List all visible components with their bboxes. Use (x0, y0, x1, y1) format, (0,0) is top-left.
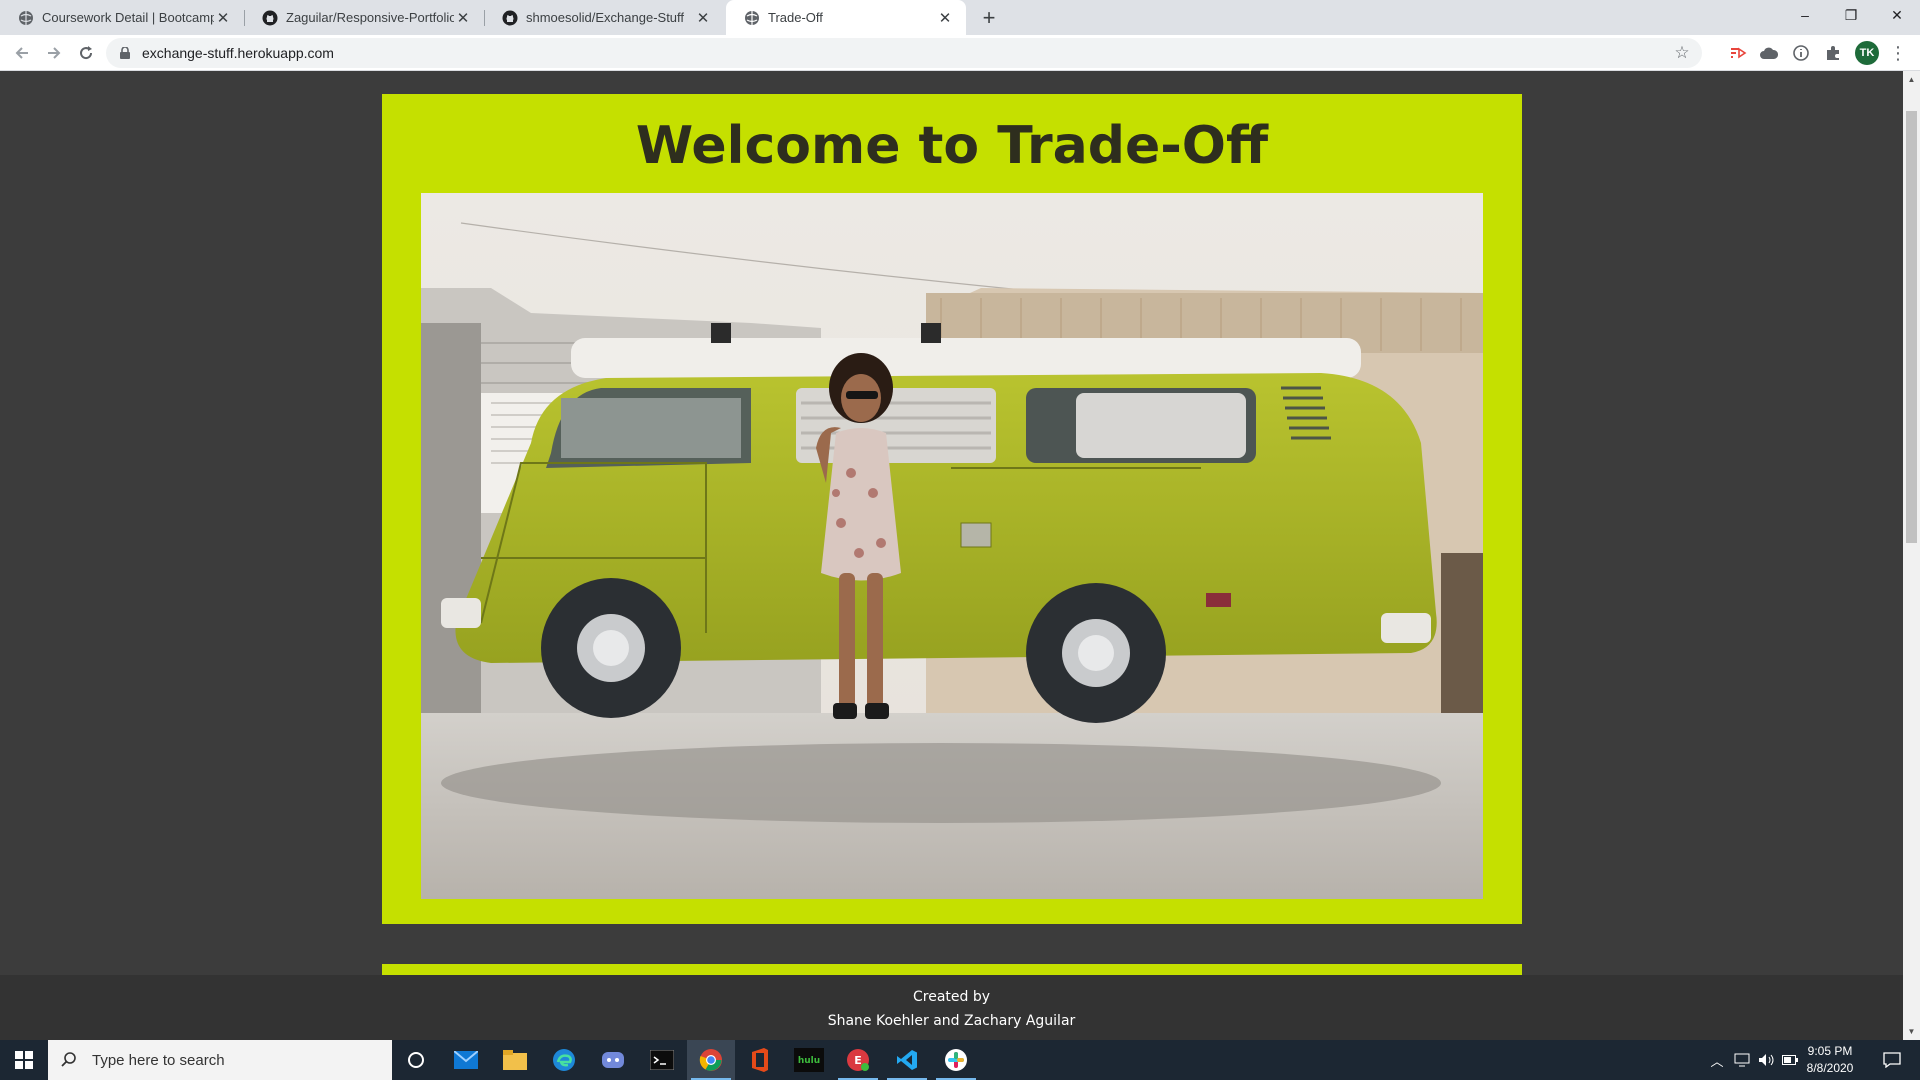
cast-icon (1731, 47, 1747, 59)
slack-icon (945, 1049, 967, 1071)
minimize-button[interactable]: – (1782, 0, 1828, 30)
tab-responsive-portfolio[interactable]: Zaguilar/Responsive-Portfolio ✕ (244, 0, 484, 35)
taskbar-app-explorer[interactable] (491, 1040, 539, 1080)
page-viewport: Welcome to Trade-Off Created by Shane Ko… (0, 71, 1903, 1040)
globe-icon (745, 10, 759, 25)
mail-icon (454, 1051, 478, 1069)
clock-date: 8/8/2020 (1806, 1061, 1854, 1075)
puzzle-icon (1827, 46, 1839, 60)
taskbar-app-expressvpn[interactable]: E (834, 1040, 882, 1080)
svg-text:E: E (854, 1054, 862, 1067)
reload-icon (80, 46, 93, 60)
expressvpn-icon: E (847, 1049, 869, 1071)
taskbar-app-vscode[interactable] (883, 1040, 931, 1080)
search-icon (61, 1052, 76, 1067)
page-scrollbar[interactable]: ▲ ▼ (1903, 71, 1920, 1040)
extension-cloud-icon[interactable] (1758, 42, 1780, 64)
restore-button[interactable]: ❐ (1828, 0, 1874, 30)
new-tab-button[interactable]: + (976, 5, 1002, 31)
edge-icon (553, 1049, 575, 1071)
scroll-up-arrow-icon[interactable]: ▲ (1903, 71, 1920, 88)
tab-exchange-stuff[interactable]: shmoesolid/Exchange-Stuff ✕ (484, 0, 724, 35)
tab-title: Zaguilar/Responsive-Portfolio (286, 10, 454, 25)
footer-authors: Shane Koehler and Zachary Aguilar (827, 1013, 1076, 1029)
profile-avatar[interactable]: TK (1855, 41, 1879, 65)
cloud-icon (1760, 47, 1778, 59)
clock-time: 9:05 PM (1807, 1044, 1853, 1058)
chrome-icon (699, 1049, 722, 1071)
network-icon[interactable] (1732, 1040, 1754, 1080)
cortana-button[interactable] (392, 1040, 440, 1080)
reload-button[interactable] (72, 39, 100, 67)
arrow-left-icon (15, 47, 28, 59)
tab-close-icon[interactable]: ✕ (454, 9, 472, 27)
arrow-right-icon (48, 47, 61, 59)
extension-cast-icon[interactable] (1727, 42, 1749, 64)
chrome-menu-icon[interactable]: ⋮ (1888, 41, 1908, 65)
browser-toolbar: exchange-stuff.herokuapp.com ☆ TK ⋮ (0, 35, 1920, 71)
discord-icon (602, 1052, 624, 1068)
svg-text:hulu: hulu (798, 1056, 820, 1066)
scroll-down-arrow-icon[interactable]: ▼ (1903, 1023, 1920, 1040)
volume-icon[interactable] (1756, 1040, 1778, 1080)
taskbar-search[interactable]: Type here to search (48, 1040, 392, 1080)
extensions-button[interactable] (1822, 42, 1844, 64)
github-icon (262, 10, 278, 25)
windows-logo-icon (15, 1051, 33, 1069)
forward-button[interactable] (40, 39, 68, 67)
taskbar-app-mail[interactable] (442, 1040, 490, 1080)
terminal-icon (650, 1050, 674, 1070)
globe-icon (19, 10, 33, 25)
file-explorer-icon (503, 1050, 527, 1070)
tab-strip: Coursework Detail | Bootcamp Sp ✕ Zaguil… (0, 0, 1920, 35)
url-text: exchange-stuff.herokuapp.com (142, 45, 334, 61)
cortana-icon (408, 1052, 424, 1068)
battery-icon[interactable] (1780, 1040, 1800, 1080)
action-center-button[interactable] (1872, 1040, 1912, 1080)
tab-title: Coursework Detail | Bootcamp Sp (42, 10, 214, 25)
hero-image (421, 193, 1483, 899)
tab-title: Trade-Off (768, 10, 823, 25)
hulu-icon: hulu (794, 1048, 824, 1072)
office-icon (752, 1048, 768, 1072)
scrollbar-thumb[interactable] (1906, 111, 1917, 543)
taskbar-app-terminal[interactable] (638, 1040, 686, 1080)
taskbar-app-edge[interactable] (540, 1040, 588, 1080)
info-icon (1793, 45, 1809, 61)
close-window-button[interactable]: ✕ (1874, 0, 1920, 30)
vscode-icon (897, 1050, 917, 1070)
tab-close-icon[interactable]: ✕ (214, 9, 232, 27)
tab-close-icon[interactable]: ✕ (694, 9, 712, 27)
tab-close-icon[interactable]: ✕ (936, 9, 954, 27)
taskbar-app-chrome[interactable] (687, 1040, 735, 1080)
footer-created-by: Created by (912, 989, 991, 1005)
address-bar[interactable]: exchange-stuff.herokuapp.com ☆ (106, 38, 1702, 68)
extension-info-icon[interactable] (1790, 42, 1812, 64)
lock-icon (120, 47, 130, 59)
windows-taskbar: Type here to search hulu E ︿ 9:05 PM 8/8… (0, 1040, 1920, 1080)
page-title: Welcome to Trade-Off (635, 116, 1269, 176)
taskbar-clock[interactable]: 9:05 PM 8/8/2020 (1800, 1043, 1860, 1077)
github-icon (502, 10, 518, 25)
notification-icon (1883, 1052, 1901, 1068)
taskbar-app-discord[interactable] (589, 1040, 637, 1080)
tab-title: shmoesolid/Exchange-Stuff (526, 10, 685, 25)
taskbar-app-hulu[interactable]: hulu (785, 1040, 833, 1080)
search-placeholder: Type here to search (92, 1051, 225, 1069)
hero-card: Welcome to Trade-Off (382, 94, 1522, 924)
tab-coursework[interactable]: Coursework Detail | Bootcamp Sp ✕ (0, 0, 244, 35)
back-button[interactable] (8, 39, 36, 67)
page-footer: Created by Shane Koehler and Zachary Agu… (0, 975, 1903, 1040)
taskbar-app-office[interactable] (736, 1040, 784, 1080)
start-button[interactable] (0, 1040, 48, 1080)
show-hidden-icons-chevron-icon[interactable]: ︿ (1708, 1040, 1726, 1080)
bookmark-star-icon[interactable]: ☆ (1672, 43, 1692, 63)
tab-trade-off[interactable]: Trade-Off ✕ (726, 0, 966, 35)
taskbar-app-slack[interactable] (932, 1040, 980, 1080)
